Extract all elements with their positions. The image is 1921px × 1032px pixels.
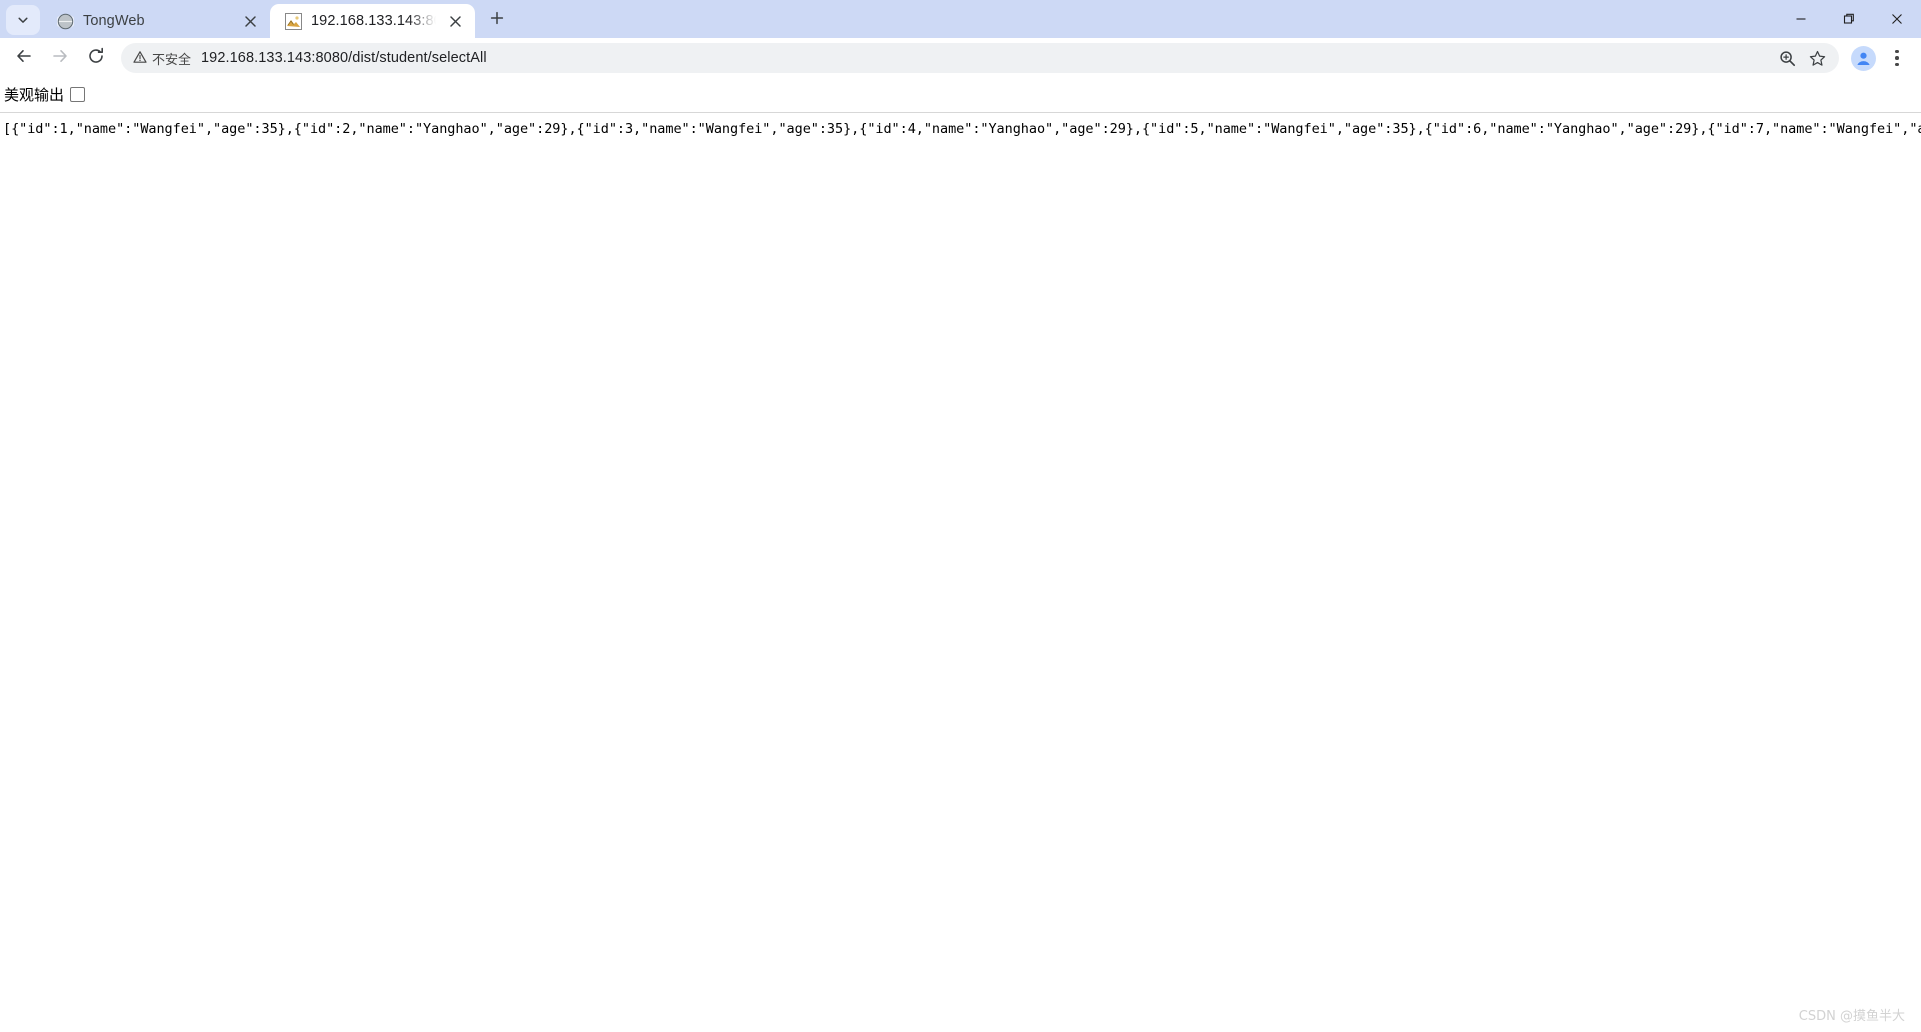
back-arrow-icon xyxy=(15,47,33,70)
new-tab-button[interactable] xyxy=(482,5,512,35)
tab-strip: TongWeb 192.168.133.143:8080/dist/st xyxy=(0,0,1921,38)
minimize-button[interactable] xyxy=(1777,0,1825,38)
omnibox-actions xyxy=(1773,44,1831,72)
tab-title: TongWeb xyxy=(83,13,145,29)
security-status-text: 不安全 xyxy=(152,51,192,67)
zoom-search-icon[interactable] xyxy=(1773,44,1801,72)
page-content: 美观输出 [{"id":1,"name":"Wangfei","age":35}… xyxy=(0,78,1921,1032)
tab-close-button[interactable] xyxy=(240,11,260,31)
globe-icon xyxy=(56,12,74,30)
star-icon[interactable] xyxy=(1803,44,1831,72)
csdn-watermark: CSDN @摸鱼半大 xyxy=(1798,1009,1905,1024)
forward-button[interactable] xyxy=(42,40,78,76)
window-controls xyxy=(1777,0,1921,38)
json-raw-text: [{"id":1,"name":"Wangfei","age":35},{"id… xyxy=(3,121,1921,137)
security-status-chip[interactable]: 不安全 xyxy=(133,49,201,68)
close-button[interactable] xyxy=(1873,0,1921,38)
forward-arrow-icon xyxy=(51,47,69,70)
tab-search-button[interactable] xyxy=(6,5,40,35)
plus-icon xyxy=(490,11,504,30)
profile-avatar-icon xyxy=(1850,45,1876,71)
tab-selectall[interactable]: 192.168.133.143:8080/dist/st xyxy=(270,4,475,38)
address-bar[interactable]: 不安全 192.168.133.143:8080/dist/student/se… xyxy=(121,43,1839,73)
json-viewer-header: 美观输出 xyxy=(0,78,1921,109)
back-button[interactable] xyxy=(6,40,42,76)
tab-tongweb[interactable]: TongWeb xyxy=(42,4,270,38)
maximize-button[interactable] xyxy=(1825,0,1873,38)
profile-button[interactable] xyxy=(1845,40,1881,76)
browser-window: TongWeb 192.168.133.143:8080/dist/st xyxy=(0,0,1921,1032)
pretty-print-checkbox[interactable] xyxy=(70,87,86,102)
three-dot-menu-icon[interactable] xyxy=(1881,40,1913,76)
browser-toolbar: 不安全 192.168.133.143:8080/dist/student/se… xyxy=(0,38,1921,78)
broken-image-icon xyxy=(284,12,302,30)
warning-triangle-icon xyxy=(133,50,147,67)
chevron-down-icon xyxy=(17,14,29,26)
tab-close-button[interactable] xyxy=(445,11,465,31)
reload-button[interactable] xyxy=(78,40,114,76)
reload-icon xyxy=(87,47,105,70)
pretty-print-label: 美观输出 xyxy=(4,86,65,104)
tab-title: 192.168.133.143:8080/dist/st xyxy=(311,13,436,29)
url-text[interactable]: 192.168.133.143:8080/dist/student/select… xyxy=(201,50,1773,66)
